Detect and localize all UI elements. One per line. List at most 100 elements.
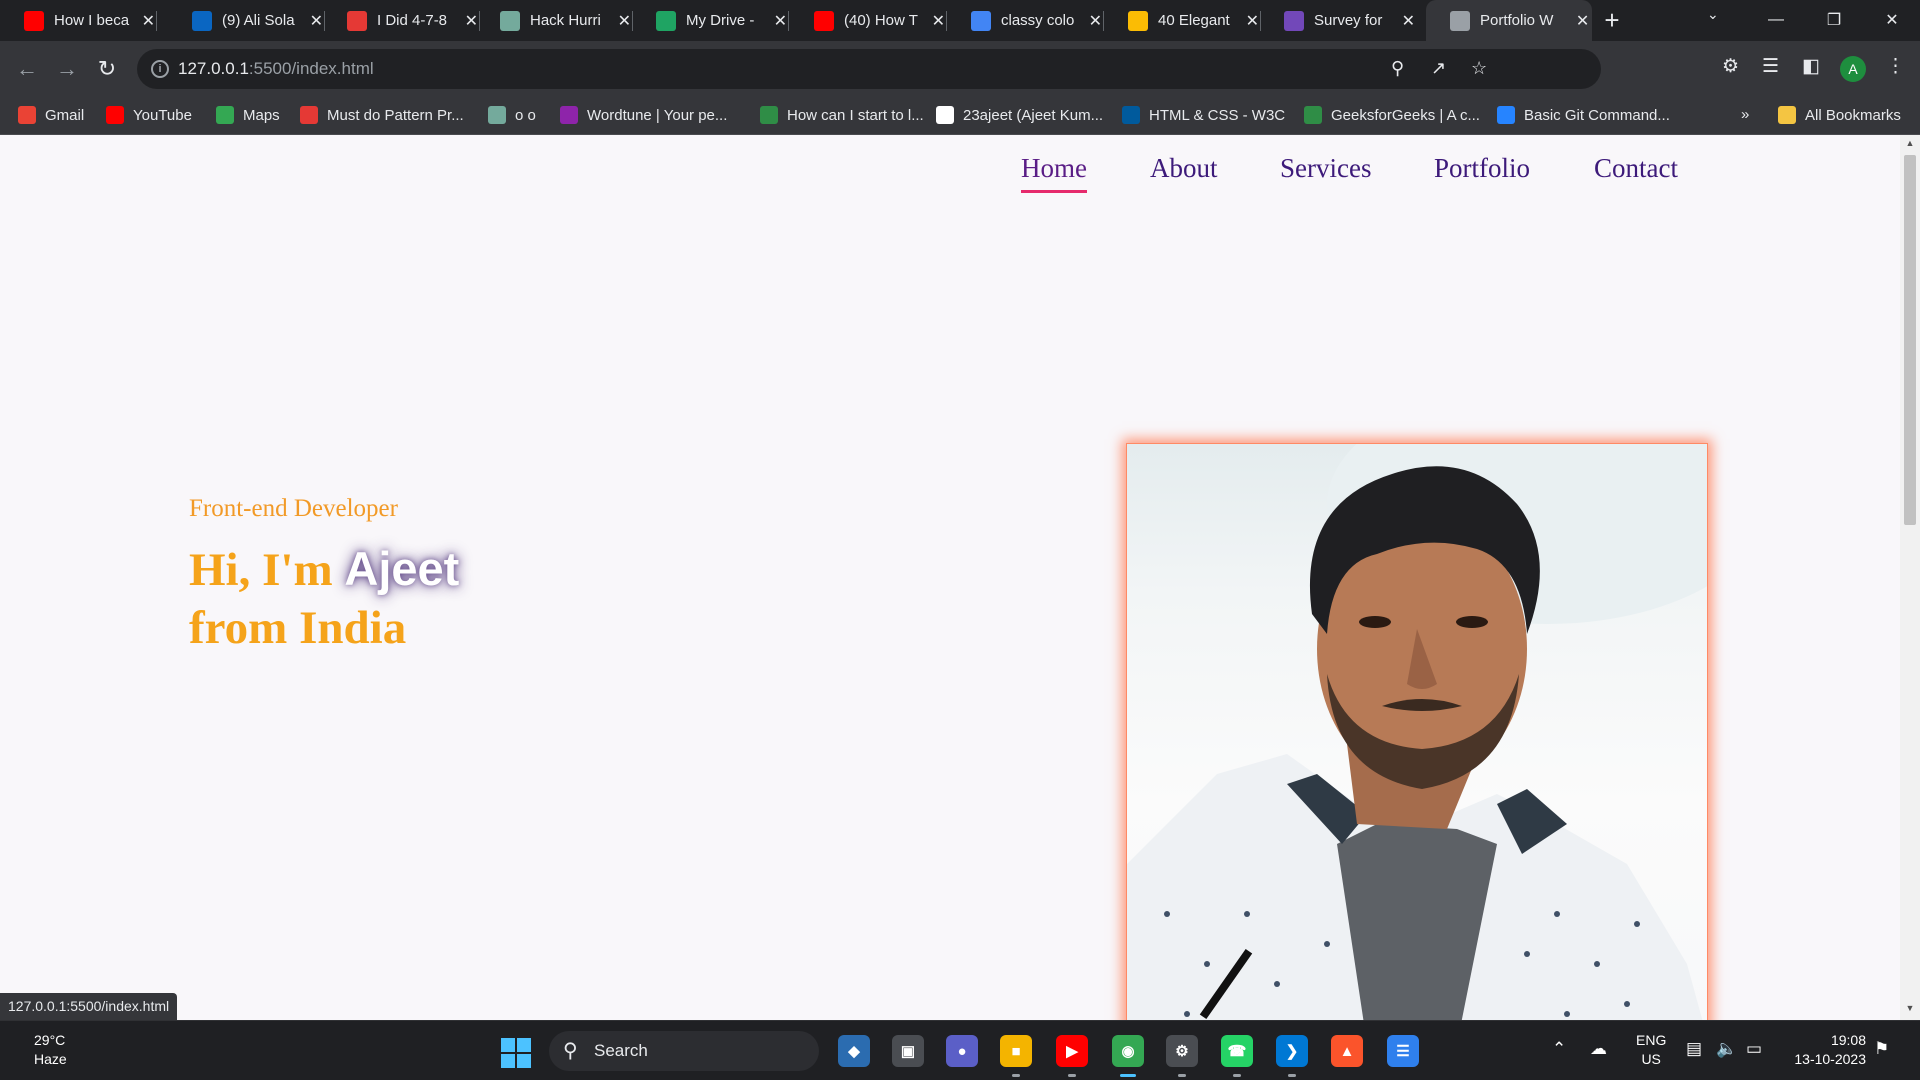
notepad-icon[interactable]: ☰ [1387, 1035, 1419, 1067]
browser-tab[interactable]: Survey for ✕ [1260, 0, 1417, 41]
gfg-icon [1304, 106, 1322, 124]
battery-icon[interactable]: ▭ [1746, 1039, 1762, 1059]
bookmark-label: GeeksforGeeks | A c... [1331, 106, 1480, 124]
tab-close-icon[interactable]: ✕ [1400, 11, 1417, 31]
nav-services[interactable]: Services [1280, 153, 1371, 184]
tab-title: Hack Hurri [530, 12, 601, 29]
chrome-icon[interactable]: ◉ [1112, 1035, 1144, 1077]
tray-chevron-icon[interactable]: ⌃ [1552, 1039, 1566, 1059]
teams-icon[interactable]: ● [946, 1035, 978, 1067]
settings-icon[interactable]: ⚙ [1166, 1035, 1198, 1077]
extensions-icon[interactable]: ⚙ [1722, 55, 1739, 78]
bookmark-item[interactable]: How can I start to l... [760, 106, 924, 124]
browser-tab[interactable]: My Drive - ✕ [632, 0, 789, 41]
browser-tab[interactable]: How I beca ✕ [0, 0, 157, 41]
folder-icon [1778, 106, 1796, 124]
brave-icon[interactable]: ▲ [1331, 1035, 1363, 1067]
bookmark-item[interactable]: Basic Git Command... [1497, 106, 1670, 124]
tab-close-icon[interactable]: ✕ [1087, 11, 1104, 31]
bookmark-star-icon[interactable]: ☆ [1471, 58, 1487, 79]
nav-about[interactable]: About [1150, 153, 1218, 184]
tab-close-icon[interactable]: ✕ [930, 11, 947, 31]
maps-icon [216, 106, 234, 124]
browser-tab[interactable]: classy colo ✕ [947, 0, 1104, 41]
close-window-icon[interactable]: ✕ [1864, 0, 1920, 40]
system-clock[interactable]: 19:08 13-10-2023 [1786, 1031, 1866, 1069]
address-url[interactable]: 127.0.0.1:5500/index.html [178, 59, 374, 79]
taskbar-search[interactable]: ⚲ Search [549, 1031, 819, 1071]
bookmark-label: YouTube [133, 106, 192, 124]
share-icon[interactable]: ↗ [1431, 58, 1446, 79]
bookmark-item[interactable]: YouTube [106, 106, 192, 124]
reload-icon[interactable]: ↻ [89, 51, 125, 87]
browser-tab[interactable]: Portfolio W ✕ [1426, 0, 1592, 41]
task-view-icon[interactable]: ▣ [892, 1035, 924, 1067]
all-bookmarks-button[interactable]: All Bookmarks [1778, 106, 1901, 124]
scrollbar-thumb[interactable] [1904, 155, 1916, 525]
google-drive-icon [656, 10, 676, 31]
lang-line-2: US [1641, 1051, 1661, 1067]
nav-portfolio[interactable]: Portfolio [1434, 153, 1530, 184]
restore-icon[interactable]: ❐ [1806, 0, 1862, 40]
scroll-down-icon[interactable]: ▼ [1904, 1003, 1916, 1013]
forward-icon[interactable]: → [49, 51, 85, 87]
tab-close-icon[interactable]: ✕ [616, 11, 633, 31]
menu-kebab-icon[interactable]: ⋮ [1886, 55, 1905, 78]
bookmark-item[interactable]: Maps [216, 106, 280, 124]
bookmark-item[interactable]: 23ajeet (Ajeet Kum... [936, 106, 1103, 124]
windows-start-icon[interactable] [501, 1038, 531, 1068]
bookmark-item[interactable]: Must do Pattern Pr... [300, 106, 464, 124]
tab-close-icon[interactable]: ✕ [1573, 11, 1592, 31]
copilot-icon[interactable]: ◆ [838, 1035, 870, 1067]
bookmark-item[interactable]: HTML & CSS - W3C [1122, 106, 1285, 124]
side-panel-icon[interactable]: ◧ [1802, 55, 1820, 78]
scroll-up-icon[interactable]: ▲ [1904, 138, 1916, 148]
google-forms-icon [1284, 10, 1304, 31]
zoom-icon[interactable]: ⚲ [1391, 58, 1404, 79]
bookmark-label: Basic Git Command... [1524, 106, 1670, 124]
minimize-icon[interactable]: — [1748, 0, 1804, 40]
overflow-label: » [1741, 106, 1750, 123]
tab-close-icon[interactable]: ✕ [1244, 11, 1261, 31]
bookmark-label: How can I start to l... [787, 106, 924, 124]
nav-contact[interactable]: Contact [1594, 153, 1678, 184]
site-info-icon[interactable]: i [151, 60, 169, 78]
windows-taskbar: 29°C Haze ⚲ Search ◆ ▣ ● ■ ▶ ◉ ⚙ ☎ ❯ ▲ ☰… [0, 1020, 1920, 1080]
bookmarks-overflow-button[interactable]: » [1741, 106, 1749, 123]
bookmark-item[interactable]: Wordtune | Your pe... [560, 106, 727, 124]
tab-title: How I beca [54, 12, 130, 29]
nav-home[interactable]: Home [1021, 153, 1087, 193]
youtube-app-icon[interactable]: ▶ [1056, 1035, 1088, 1077]
hero-greeting: Hi, I'm [189, 544, 333, 596]
volume-icon[interactable]: 🔈 [1716, 1039, 1737, 1059]
bookmark-item[interactable]: Gmail [18, 106, 84, 124]
onedrive-icon[interactable]: ☁ [1590, 1039, 1607, 1059]
network-icon[interactable]: ▤ [1686, 1039, 1702, 1059]
profile-avatar[interactable]: A [1840, 56, 1866, 82]
browser-tab[interactable]: 40 Elegant ✕ [1104, 0, 1261, 41]
new-tab-button[interactable]: + [1598, 6, 1626, 34]
back-icon[interactable]: ← [9, 51, 45, 87]
address-bar[interactable]: i 127.0.0.1:5500/index.html ⚲ ↗ ☆ [137, 49, 1601, 89]
clock-time: 19:08 [1830, 1032, 1866, 1048]
globe-icon [1450, 10, 1470, 31]
browser-tab[interactable]: (40) How T ✕ [790, 0, 947, 41]
tab-close-icon[interactable]: ✕ [140, 11, 157, 31]
profile-photo-illustration [1127, 444, 1707, 1020]
weather-widget[interactable]: 29°C Haze [34, 1031, 67, 1069]
weather-desc: Haze [34, 1051, 67, 1067]
bookmark-item[interactable]: o o [488, 106, 536, 124]
tab-close-icon[interactable]: ✕ [772, 11, 789, 31]
whatsapp-icon[interactable]: ☎ [1221, 1035, 1253, 1077]
vscode-icon[interactable]: ❯ [1276, 1035, 1308, 1077]
browser-tab[interactable]: I Did 4-7-8 ✕ [323, 0, 480, 41]
bookmark-item[interactable]: GeeksforGeeks | A c... [1304, 106, 1480, 124]
page-scrollbar[interactable]: ▲ ▼ [1900, 135, 1920, 1020]
browser-tab[interactable]: Hack Hurri ✕ [476, 0, 633, 41]
language-indicator[interactable]: ENG US [1636, 1031, 1666, 1069]
media-control-icon[interactable]: ☰ [1762, 55, 1779, 78]
notification-bell-icon[interactable]: ⚑ [1874, 1039, 1889, 1059]
browser-tab[interactable]: (9) Ali Sola ✕ [168, 0, 325, 41]
file-explorer-icon[interactable]: ■ [1000, 1035, 1032, 1077]
tab-search-icon[interactable]: ⌄ [1707, 6, 1719, 23]
